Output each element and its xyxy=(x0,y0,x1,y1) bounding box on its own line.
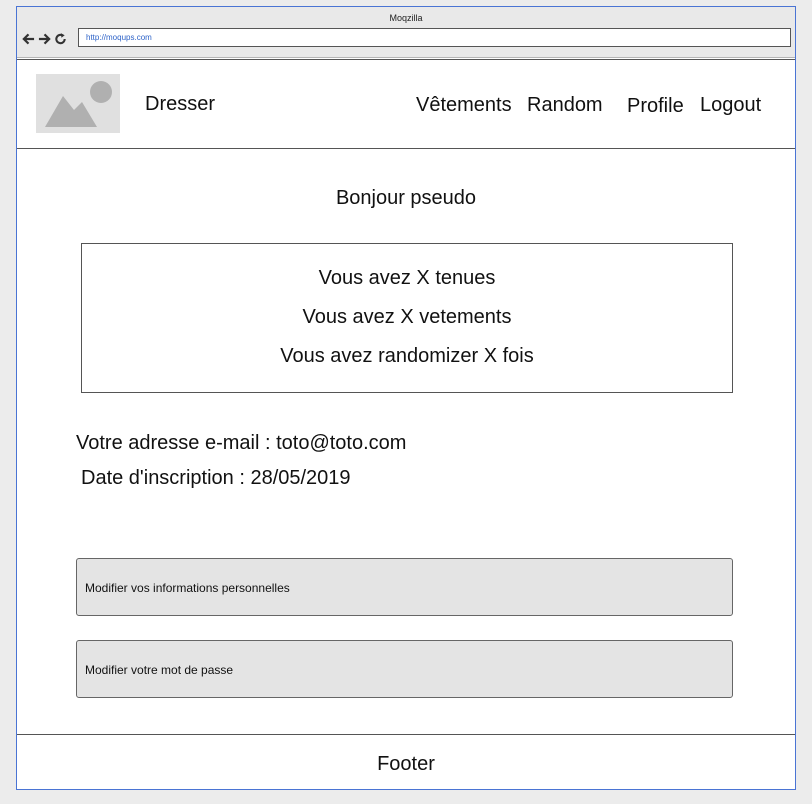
arrow-left-icon[interactable] xyxy=(22,32,35,46)
stat-clothes: Vous avez X vetements xyxy=(302,306,512,328)
arrow-right-icon[interactable] xyxy=(38,32,51,46)
nav-vetements[interactable]: Vêtements xyxy=(416,94,512,117)
nav-random[interactable]: Random xyxy=(527,94,603,117)
greeting-text: Bonjour pseudo xyxy=(335,187,477,209)
reload-icon[interactable] xyxy=(54,32,67,46)
nav-logout[interactable]: Logout xyxy=(700,94,761,117)
url-bar[interactable]: http://moqups.com xyxy=(78,28,791,47)
site-header: Dresser Vêtements Random Profile Logout xyxy=(17,61,795,149)
browser-nav-controls xyxy=(22,32,67,46)
footer-text: Footer xyxy=(377,753,435,775)
site-footer: Footer xyxy=(17,734,795,790)
logo-placeholder xyxy=(36,74,120,133)
image-placeholder-icon xyxy=(45,81,112,127)
edit-personal-info-button[interactable]: Modifier vos informations personnelles xyxy=(76,558,733,616)
chrome-divider xyxy=(17,59,795,60)
stat-randomize: Vous avez randomizer X fois xyxy=(280,345,534,367)
browser-chrome: Moqzilla http://moqups.com xyxy=(17,7,795,58)
signup-date-info: Date d'inscription : 28/05/2019 xyxy=(81,467,351,489)
change-password-button[interactable]: Modifier votre mot de passe xyxy=(76,640,733,698)
nav-profile[interactable]: Profile xyxy=(627,95,684,118)
stat-outfits: Vous avez X tenues xyxy=(318,267,496,289)
email-info: Votre adresse e-mail : toto@toto.com xyxy=(76,432,407,454)
stats-box: Vous avez X tenues Vous avez X vetements… xyxy=(81,243,733,393)
site-brand[interactable]: Dresser xyxy=(145,93,215,116)
browser-window: Moqzilla http://moqups.com Dresser Vêtem… xyxy=(16,6,796,790)
window-title: Moqzilla xyxy=(389,13,423,23)
